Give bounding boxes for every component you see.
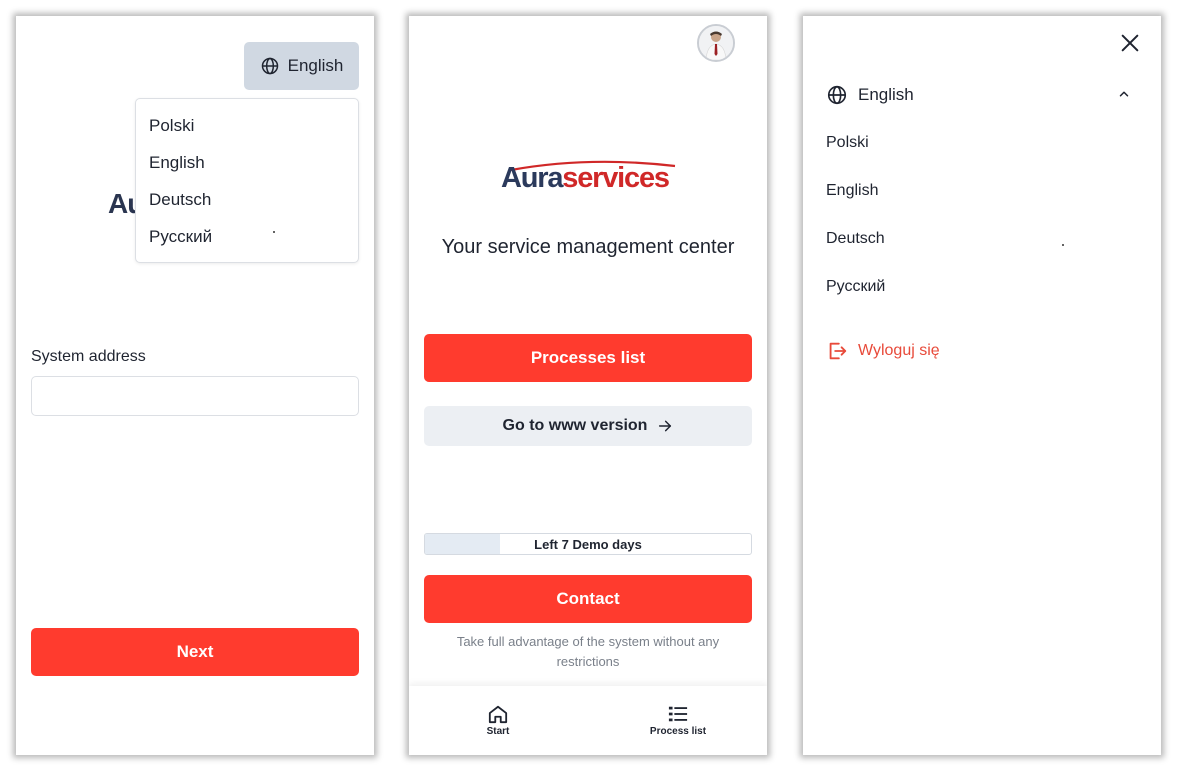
- upgrade-hint: Take full advantage of the system withou…: [456, 634, 720, 669]
- logout-button[interactable]: Wyloguj się: [826, 340, 940, 362]
- www-version-button[interactable]: Go to www version: [424, 406, 752, 446]
- logout-label: Wyloguj się: [858, 342, 940, 359]
- nav-process-list-label: Process list: [649, 726, 707, 737]
- system-address-label: System address: [31, 348, 146, 365]
- user-photo-icon: [699, 26, 733, 60]
- menu-language-english[interactable]: English: [826, 182, 878, 200]
- logo-services: services: [562, 162, 670, 194]
- demo-days-text: Left 7 Demo days: [534, 536, 642, 552]
- nav-start-label: Start: [486, 726, 510, 737]
- menu-language-deutsch[interactable]: Deutsch: [826, 230, 885, 248]
- language-dropdown: Polski English Deutsch Русский: [135, 98, 359, 263]
- home-screen: Auraservices Your service management cen…: [409, 16, 767, 755]
- tagline: Your service management center: [441, 236, 735, 258]
- login-screen: Au English Polski English Deutsch Русски…: [16, 16, 374, 755]
- language-button-label: English: [287, 56, 344, 75]
- stray-dot: [273, 231, 275, 233]
- menu-language-polski[interactable]: Polski: [826, 134, 869, 152]
- next-button[interactable]: Next: [31, 628, 359, 676]
- arrow-right-icon: [659, 420, 672, 432]
- logout-icon: [829, 342, 847, 360]
- demo-days-progress: Left 7 Demo days: [424, 533, 752, 555]
- processes-list-button[interactable]: Processes list: [424, 334, 752, 382]
- globe-icon: [261, 57, 278, 75]
- language-option-polski[interactable]: Polski: [136, 111, 358, 148]
- www-version-label: Go to www version: [502, 417, 648, 434]
- language-option-english[interactable]: English: [136, 148, 358, 185]
- logo-aura: Aura: [501, 162, 563, 194]
- language-option-deutsch[interactable]: Deutsch: [136, 185, 358, 222]
- language-selector[interactable]: English: [826, 82, 1131, 108]
- aura-services-logo: Auraservices: [501, 162, 670, 195]
- bottom-navigation: Start Process list: [409, 686, 767, 755]
- nav-process-list[interactable]: Process list: [638, 704, 718, 737]
- list-icon: [668, 706, 688, 722]
- chevron-up-icon: [1119, 91, 1129, 97]
- current-language-label: English: [858, 85, 914, 104]
- language-button[interactable]: English: [244, 42, 359, 90]
- globe-icon: [827, 85, 847, 105]
- home-icon: [488, 705, 508, 724]
- menu-language-russian[interactable]: Русский: [826, 278, 885, 296]
- contact-button[interactable]: Contact: [424, 575, 752, 623]
- close-icon[interactable]: [1119, 32, 1141, 54]
- nav-start[interactable]: Start: [458, 704, 538, 737]
- avatar[interactable]: [697, 24, 735, 62]
- system-address-input[interactable]: [31, 376, 359, 416]
- language-option-russian[interactable]: Русский: [136, 222, 358, 259]
- stray-dot: [1062, 244, 1064, 246]
- menu-screen: English Polski English Deutsch Русский W…: [803, 16, 1161, 755]
